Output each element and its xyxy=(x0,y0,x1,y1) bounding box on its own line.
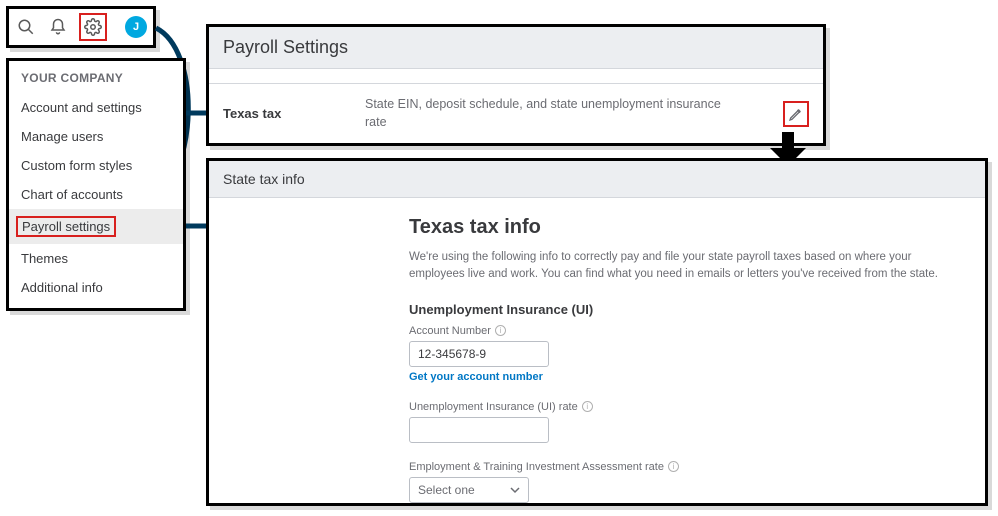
gear-icon-highlight xyxy=(79,13,107,41)
avatar[interactable]: J xyxy=(125,16,147,38)
menu-item-additional-info[interactable]: Additional info xyxy=(9,273,183,302)
state-tax-panel: State tax info Texas tax info We're usin… xyxy=(206,158,988,506)
etia-select-value: Select one xyxy=(418,483,475,497)
ui-section-heading: Unemployment Insurance (UI) xyxy=(409,302,785,317)
payroll-settings-title: Payroll Settings xyxy=(209,27,823,69)
menu-item-account-settings[interactable]: Account and settings xyxy=(9,93,183,122)
edit-button[interactable] xyxy=(783,101,809,127)
account-number-input[interactable] xyxy=(409,341,549,367)
menu-item-payroll-settings[interactable]: Payroll settings xyxy=(9,209,183,244)
payroll-row-desc: State EIN, deposit schedule, and state u… xyxy=(365,96,771,131)
account-number-field: Account Number i Get your account number xyxy=(409,325,785,383)
bell-icon[interactable] xyxy=(47,16,69,38)
ui-rate-field: Unemployment Insurance (UI) rate i xyxy=(409,401,785,443)
account-number-label: Account Number xyxy=(409,325,491,337)
chevron-down-icon xyxy=(510,485,520,495)
pencil-icon xyxy=(788,106,804,122)
state-tax-intro: We're using the following info to correc… xyxy=(409,249,965,284)
get-account-number-link[interactable]: Get your account number xyxy=(409,371,543,383)
menu-item-chart-of-accounts[interactable]: Chart of accounts xyxy=(9,180,183,209)
etia-select[interactable]: Select one xyxy=(409,477,529,503)
payroll-row-texas-tax: Texas tax State EIN, deposit schedule, a… xyxy=(209,83,823,143)
company-menu: YOUR COMPANY Account and settings Manage… xyxy=(6,58,186,311)
menu-item-custom-form-styles[interactable]: Custom form styles xyxy=(9,151,183,180)
etia-field: Employment & Training Investment Assessm… xyxy=(409,461,785,503)
state-tax-title: Texas tax info xyxy=(409,216,785,239)
etia-label: Employment & Training Investment Assessm… xyxy=(409,461,664,473)
menu-item-manage-users[interactable]: Manage users xyxy=(9,122,183,151)
gear-icon[interactable] xyxy=(82,16,104,38)
top-icon-bar: J xyxy=(6,6,156,48)
payroll-settings-panel: Payroll Settings Texas tax State EIN, de… xyxy=(206,24,826,146)
payroll-row-name: Texas tax xyxy=(223,106,353,121)
ui-rate-input[interactable] xyxy=(409,417,549,443)
menu-item-payroll-settings-label: Payroll settings xyxy=(16,216,116,237)
info-icon[interactable]: i xyxy=(668,461,679,472)
info-icon[interactable]: i xyxy=(582,401,593,412)
menu-item-themes[interactable]: Themes xyxy=(9,244,183,273)
state-tax-header: State tax info xyxy=(209,161,985,198)
company-menu-heading: YOUR COMPANY xyxy=(9,71,183,93)
info-icon[interactable]: i xyxy=(495,325,506,336)
ui-rate-label: Unemployment Insurance (UI) rate xyxy=(409,401,578,413)
search-icon[interactable] xyxy=(15,16,37,38)
